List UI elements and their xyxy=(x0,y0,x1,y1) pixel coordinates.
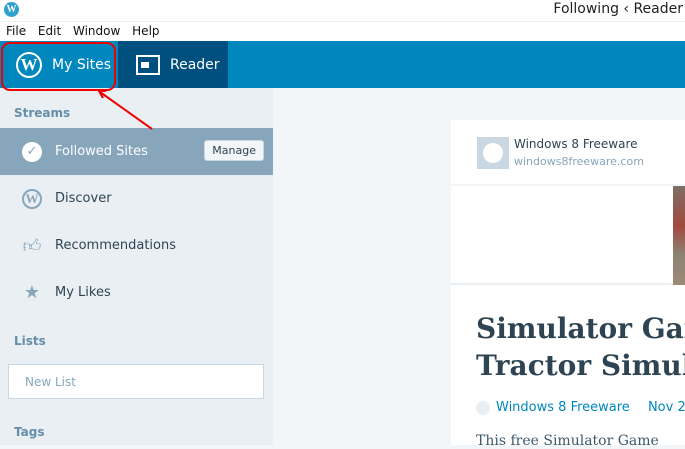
sidebar-item-followed-sites[interactable]: ✓ Followed Sites Manage xyxy=(0,128,273,175)
check-circle-icon: ✓ xyxy=(22,141,42,162)
site-header[interactable]: Windows 8 Freeware windows8freeware.com xyxy=(451,120,685,186)
post-site-link[interactable]: Windows 8 Freeware xyxy=(496,400,630,415)
manage-button[interactable]: Manage xyxy=(204,140,264,161)
rss-icon xyxy=(476,400,490,415)
wordpress-app-icon: W xyxy=(4,2,19,17)
wordpress-icon: W xyxy=(22,188,42,209)
sidebar-item-label: Followed Sites xyxy=(55,144,148,159)
post-excerpt: This free Simulator Game xyxy=(476,433,659,449)
tags-heading: Tags xyxy=(14,425,45,439)
window-title: Following ‹ Reader xyxy=(553,1,683,17)
globe-icon xyxy=(477,137,509,169)
post-title-line: Simulator Gam xyxy=(476,312,685,345)
sidebar-item-label: Recommendations xyxy=(55,238,177,253)
post-date[interactable]: Nov 2 xyxy=(648,400,685,415)
menu-file[interactable]: File xyxy=(0,22,26,38)
sidebar-item-label: My Likes xyxy=(55,285,111,300)
annotation-highlight-box xyxy=(1,42,116,91)
streams-heading: Streams xyxy=(14,106,71,120)
sidebar-item-label: Discover xyxy=(55,191,112,206)
sidebar-item-discover[interactable]: W Discover xyxy=(0,175,273,222)
sidebar-item-recommendations[interactable]: 👍︎ Recommendations xyxy=(0,222,273,269)
menu-bar: File Edit Window Help xyxy=(0,21,685,41)
reader-button[interactable]: Reader xyxy=(118,41,228,88)
sidebar: Streams ✓ Followed Sites Manage W Discov… xyxy=(0,88,273,445)
new-list-input[interactable]: New List xyxy=(8,364,264,399)
star-icon: ★ xyxy=(23,282,41,303)
site-name[interactable]: Windows 8 Freeware xyxy=(514,137,638,151)
menu-help[interactable]: Help xyxy=(126,22,159,38)
featured-image[interactable] xyxy=(673,186,685,285)
thumbs-up-icon: 👍︎ xyxy=(22,235,42,257)
menu-window[interactable]: Window xyxy=(67,22,120,38)
lists-heading: Lists xyxy=(14,334,46,348)
reader-icon xyxy=(136,54,160,75)
reader-label: Reader xyxy=(170,56,220,73)
menu-edit[interactable]: Edit xyxy=(32,22,61,38)
post-title-line: Tractor Simula xyxy=(476,349,685,382)
post-meta: Windows 8 Freeware Nov 2 xyxy=(476,400,685,415)
post-card: Windows 8 Freeware windows8freeware.com … xyxy=(451,120,685,449)
sidebar-item-my-likes[interactable]: ★ My Likes xyxy=(0,269,273,316)
post-title[interactable]: Simulator Gam Tractor Simula xyxy=(476,310,685,384)
site-url[interactable]: windows8freeware.com xyxy=(514,155,644,168)
featured-image-row xyxy=(451,186,685,285)
title-bar: W Following ‹ Reader xyxy=(0,0,685,21)
